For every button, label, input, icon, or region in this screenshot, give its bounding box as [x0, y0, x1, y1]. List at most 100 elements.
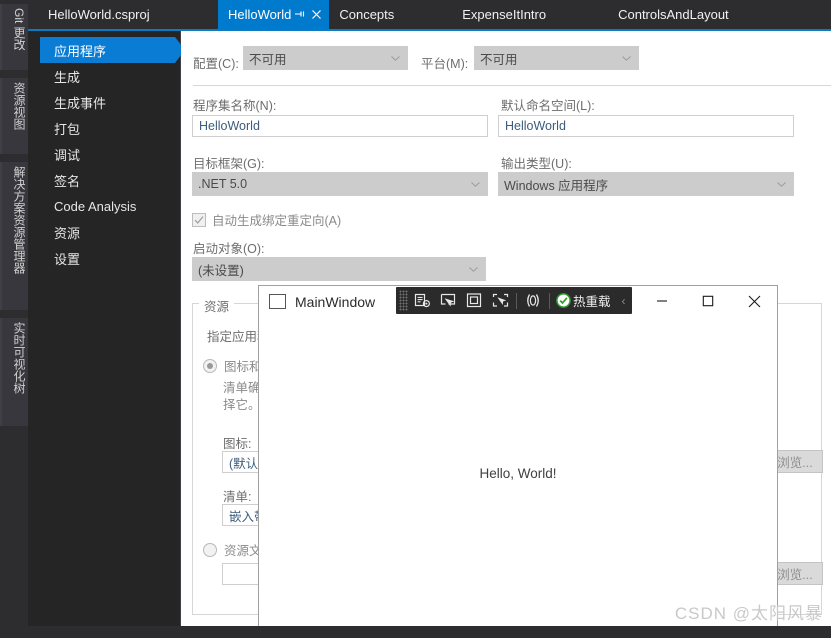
- go-to-live-visual-tree-icon[interactable]: [409, 289, 435, 312]
- hot-reload-label: 热重载: [573, 295, 611, 309]
- propnav-item-debug[interactable]: 调试: [40, 141, 180, 167]
- hot-reload-button[interactable]: 热重载: [553, 289, 616, 312]
- icon-manifest-help-value: 清单确 择它。: [223, 381, 261, 412]
- designer-tab-strip: HelloWorld Concepts ExpenseItIntro Contr…: [218, 0, 739, 29]
- toolbar-separator: [516, 292, 517, 309]
- propnav-item-application[interactable]: 应用程序: [40, 37, 185, 63]
- startup-object-combo[interactable]: (未设置): [192, 257, 486, 281]
- tab-helloworld[interactable]: HelloWorld: [218, 0, 330, 29]
- drag-grip[interactable]: [399, 290, 408, 311]
- tab-expenseitintro[interactable]: ExpenseItIntro: [452, 0, 556, 29]
- close-icon[interactable]: [731, 286, 777, 316]
- propnav-label-code-analysis: Code Analysis: [54, 198, 137, 214]
- check-circle-icon: [556, 293, 571, 308]
- checkbox-box: [192, 212, 206, 227]
- assembly-name-value: HelloWorld: [199, 119, 260, 133]
- document-tab-row: HelloWorld.csproj HelloWorld Concepts Ex…: [28, 0, 831, 29]
- window-controls: [639, 286, 777, 316]
- propnav-item-build-events[interactable]: 生成事件: [40, 89, 180, 115]
- output-type-combo[interactable]: Windows 应用程序: [498, 172, 794, 196]
- document-tab-csproj[interactable]: HelloWorld.csproj: [36, 0, 162, 29]
- browse-resource-file-button-label: 浏览...: [777, 568, 813, 582]
- section-divider: [193, 85, 831, 86]
- default-namespace-input[interactable]: HelloWorld: [498, 115, 794, 137]
- configuration-combo[interactable]: 不可用: [243, 46, 408, 70]
- chevron-down-icon: [471, 182, 480, 187]
- propnav-label-package: 打包: [54, 121, 81, 137]
- vdock-item-git-changes[interactable]: Git 更改: [0, 4, 28, 70]
- xaml-binding-failures-icon[interactable]: [520, 289, 546, 312]
- chevron-left-icon[interactable]: ‹: [616, 294, 632, 308]
- vdock-label-live-visual-tree: 实时可视化树: [12, 322, 26, 394]
- icon-label: 图标:: [223, 437, 252, 451]
- target-framework-combo[interactable]: .NET 5.0: [192, 172, 488, 196]
- main-window-titlebar[interactable]: MainWindow 热重载 ‹: [259, 286, 777, 317]
- tab-concepts-label: Concepts: [339, 7, 395, 22]
- tab-helloworld-label: HelloWorld: [228, 7, 292, 22]
- platform-value: 不可用: [480, 52, 518, 67]
- maximize-icon[interactable]: [685, 286, 731, 316]
- pin-icon[interactable]: [291, 5, 308, 25]
- tab-spacer-1: [404, 0, 452, 29]
- tab-spacer-2: [556, 0, 608, 29]
- hello-world-text: Hello, World!: [479, 466, 557, 481]
- minimize-icon[interactable]: [639, 286, 685, 316]
- browse-icon-button-label: 浏览...: [777, 456, 813, 470]
- auto-binding-redirect-checkbox[interactable]: 自动生成绑定重定向(A): [192, 210, 341, 229]
- startup-object-label: 启动对象(O):: [193, 242, 265, 256]
- propnav-item-package[interactable]: 打包: [40, 115, 180, 141]
- propnav-item-build[interactable]: 生成: [40, 63, 180, 89]
- track-focused-element-icon[interactable]: [487, 289, 513, 312]
- vdock-label-solution-explorer: 解决方案资源管理器: [12, 166, 26, 274]
- propnav-label-debug: 调试: [54, 147, 81, 163]
- configuration-value: 不可用: [249, 52, 287, 67]
- target-framework-label: 目标框架(G):: [193, 157, 265, 171]
- configuration-label: 配置(C):: [193, 57, 239, 71]
- vdock-label-git-changes: Git 更改: [12, 8, 26, 51]
- manifest-label: 清单:: [223, 490, 252, 504]
- watermark: CSDN @太阳风暴: [674, 604, 823, 623]
- propnav-item-code-analysis[interactable]: Code Analysis: [40, 193, 180, 219]
- platform-label: 平台(M):: [421, 57, 469, 71]
- chevron-down-icon: [469, 267, 478, 272]
- close-icon[interactable]: [308, 5, 325, 25]
- propnav-label-signing: 签名: [54, 173, 81, 189]
- tab-concepts[interactable]: Concepts: [329, 0, 404, 29]
- chevron-down-icon: [622, 56, 631, 61]
- assembly-name-label: 程序集名称(N):: [193, 99, 277, 113]
- propnav-item-settings[interactable]: 设置: [40, 245, 180, 271]
- propnav-label-resources: 资源: [54, 225, 81, 241]
- output-type-value: Windows 应用程序: [504, 178, 609, 193]
- propnav-label-settings: 设置: [54, 251, 81, 267]
- toolbar-separator: [549, 292, 550, 309]
- window-icon: [269, 294, 286, 309]
- startup-object-value: (未设置): [198, 263, 244, 278]
- vdock-item-solution-explorer[interactable]: 解决方案资源管理器: [0, 162, 28, 310]
- output-type-label: 输出类型(U):: [501, 157, 572, 171]
- propnav-item-signing[interactable]: 签名: [40, 167, 180, 193]
- visual-studio-window: Git 更改 资源视图 解决方案资源管理器 实时可视化树 HelloWorld.…: [0, 0, 831, 638]
- propnav-label-application: 应用程序: [54, 43, 107, 59]
- resources-groupbox-title: 资源: [199, 296, 235, 315]
- display-layout-adorners-icon[interactable]: [461, 289, 487, 312]
- assembly-name-input[interactable]: HelloWorld: [192, 115, 488, 137]
- main-window-title: MainWindow: [295, 293, 376, 310]
- property-pages-nav: 应用程序 生成 生成事件 打包 调试 签名 Code Analysis 资源 设…: [28, 31, 185, 638]
- tab-controlsandlayout[interactable]: ControlsAndLayout: [608, 0, 739, 29]
- chevron-down-icon: [391, 56, 400, 61]
- checkmark-icon: [194, 215, 204, 224]
- vdock-item-resource-view[interactable]: 资源视图: [0, 78, 28, 154]
- main-window[interactable]: MainWindow 热重载 ‹ Hello, World!: [258, 285, 778, 631]
- radio-dot: [203, 542, 217, 557]
- vdock-item-live-visual-tree[interactable]: 实时可视化树: [0, 318, 28, 426]
- chevron-down-icon: [777, 182, 786, 187]
- propnav-label-build-events: 生成事件: [54, 95, 107, 111]
- default-namespace-label: 默认命名空间(L):: [501, 99, 595, 113]
- target-framework-value: .NET 5.0: [198, 177, 248, 191]
- default-namespace-value: HelloWorld: [505, 119, 566, 133]
- vertical-tool-dock: Git 更改 资源视图 解决方案资源管理器 实时可视化树: [0, 0, 28, 638]
- select-element-icon[interactable]: [435, 289, 461, 312]
- hot-reload-toolbar[interactable]: 热重载 ‹: [396, 287, 632, 314]
- propnav-item-resources[interactable]: 资源: [40, 219, 180, 245]
- platform-combo[interactable]: 不可用: [474, 46, 639, 70]
